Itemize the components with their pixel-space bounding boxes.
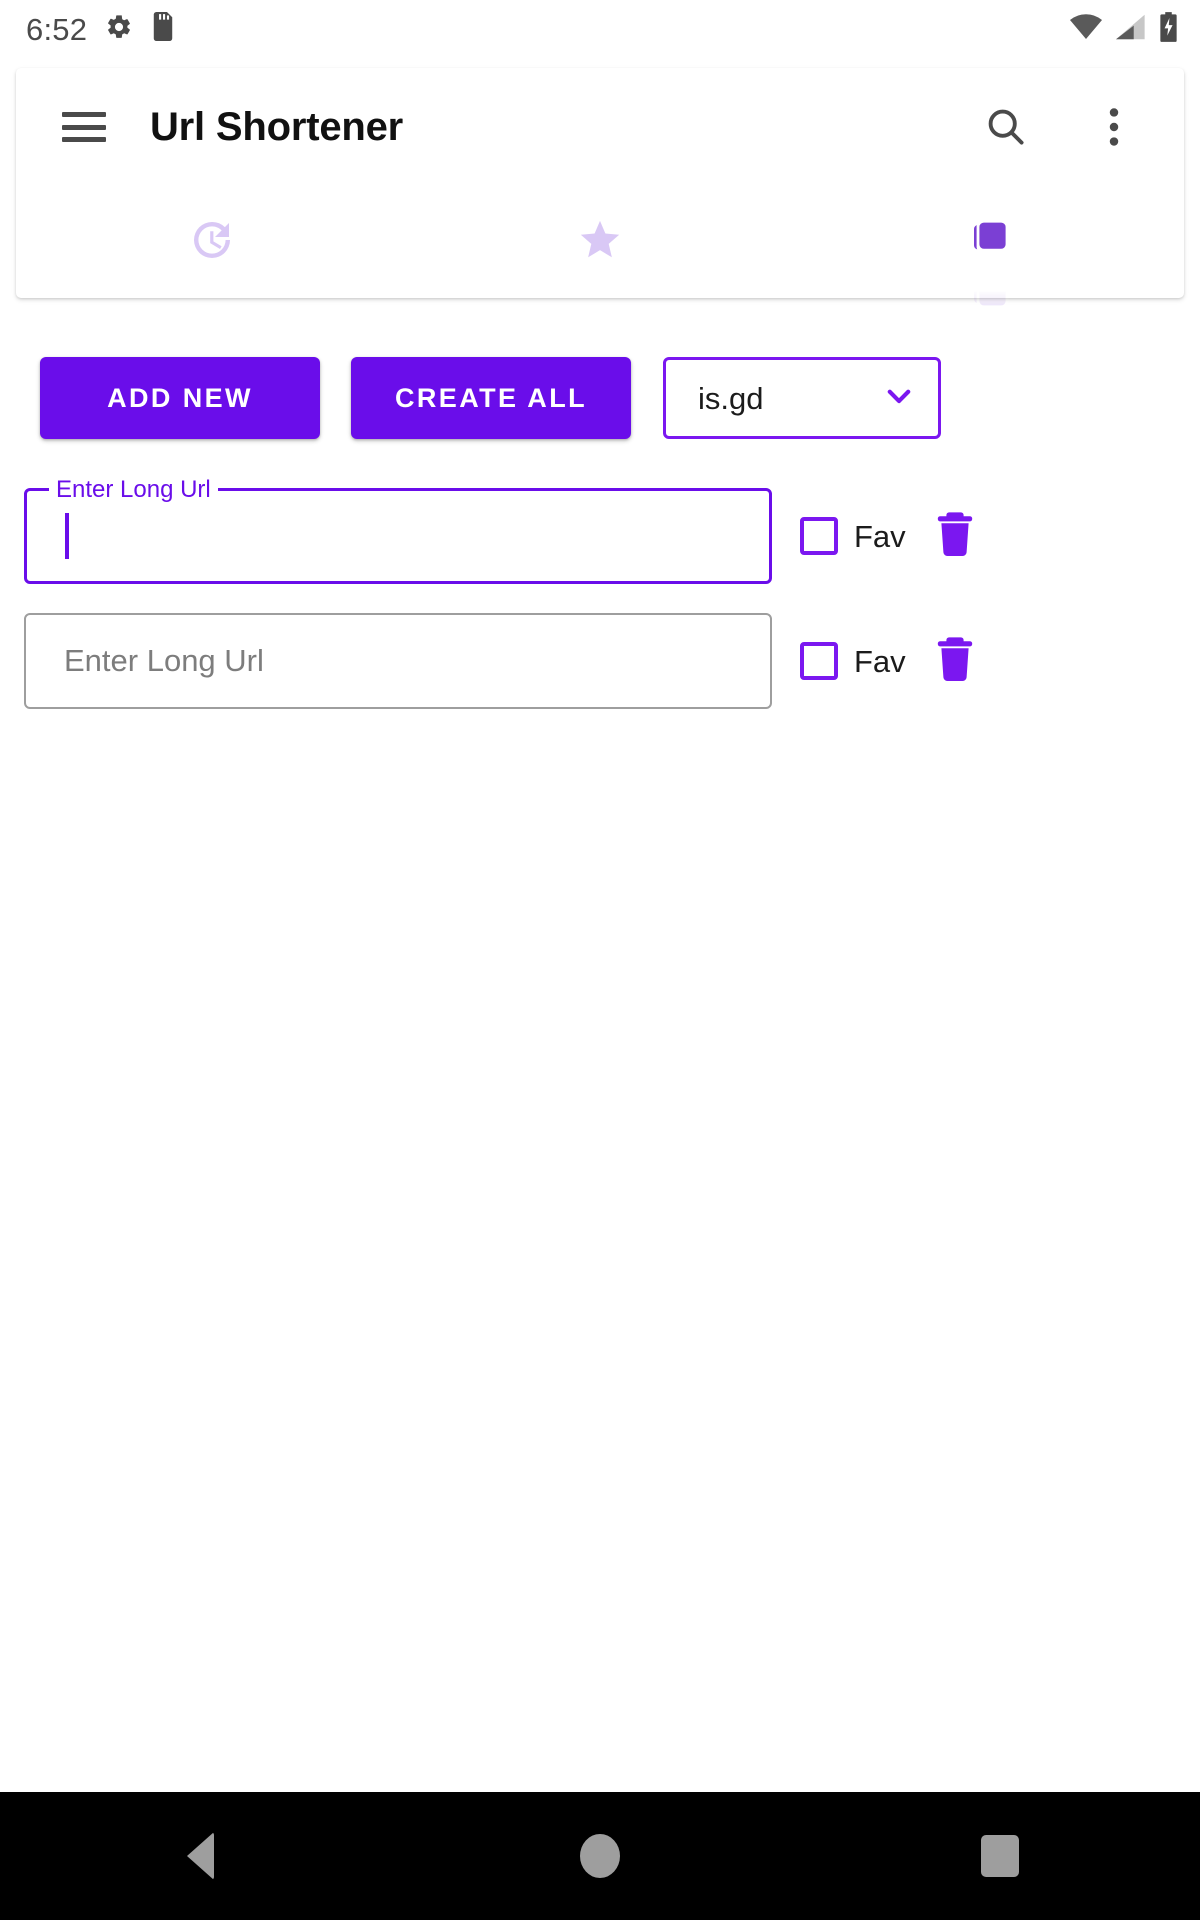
app-bar-actions: [978, 99, 1142, 155]
android-screen: 6:52 Url Shortener ADD NEW CREATE ALL is…: [0, 0, 1200, 1920]
url-row: Enter Long Url Fav: [24, 476, 1176, 584]
long-url-input-placeholder: Enter Long Url: [64, 643, 264, 678]
url-row: Enter Long Url Fav: [24, 613, 1176, 709]
nav-back-button[interactable]: [0, 1792, 400, 1920]
fav-checkbox[interactable]: [800, 642, 838, 680]
star-icon: [577, 217, 623, 263]
tab-shorten[interactable]: [795, 186, 1184, 308]
status-clock: 6:52: [26, 11, 88, 47]
cellular-signal-icon: [1116, 14, 1146, 45]
fav-label: Fav: [854, 643, 906, 679]
nav-home-button[interactable]: [400, 1792, 800, 1920]
action-row: ADD NEW CREATE ALL is.gd: [40, 357, 1160, 439]
delete-row-button[interactable]: [932, 634, 978, 688]
long-url-input[interactable]: Enter Long Url: [24, 476, 772, 584]
fav-checkbox[interactable]: [800, 517, 838, 555]
battery-charging-icon: [1159, 11, 1178, 47]
status-bar-right: [1069, 11, 1178, 47]
fav-group: Fav: [800, 517, 906, 555]
tab-favorites[interactable]: [405, 186, 794, 294]
android-nav-bar: [0, 1792, 1200, 1920]
recents-square-icon: [981, 1835, 1019, 1877]
create-all-button[interactable]: CREATE ALL: [351, 357, 631, 439]
more-vert-icon[interactable]: [1086, 99, 1142, 155]
tab-history[interactable]: [16, 186, 405, 294]
service-select-value: is.gd: [698, 380, 764, 416]
long-url-input-label: Enter Long Url: [49, 476, 218, 505]
home-circle-icon: [580, 1834, 620, 1878]
back-triangle-icon: [186, 1832, 214, 1880]
add-new-button[interactable]: ADD NEW: [40, 357, 320, 439]
hamburger-menu-icon[interactable]: [62, 112, 106, 142]
copy-icon-reflection: [965, 264, 1013, 312]
text-caret: [65, 513, 69, 559]
long-url-input[interactable]: Enter Long Url: [24, 613, 772, 709]
fav-label: Fav: [854, 518, 906, 554]
sd-card-icon: [151, 12, 175, 46]
nav-recents-button[interactable]: [800, 1792, 1200, 1920]
trash-icon: [935, 635, 975, 688]
copy-icon: [965, 216, 1013, 308]
gear-icon: [105, 13, 133, 46]
status-bar: 6:52: [0, 0, 1200, 58]
tab-row: [16, 186, 1184, 308]
page-title: Url Shortener: [150, 104, 404, 149]
app-bar-card: Url Shortener: [16, 68, 1184, 308]
wifi-icon: [1069, 13, 1103, 45]
delete-row-button[interactable]: [932, 509, 978, 563]
app-bar: Url Shortener: [16, 68, 1184, 186]
fav-group: Fav: [800, 642, 906, 680]
chevron-down-icon: [882, 379, 916, 418]
service-select[interactable]: is.gd: [663, 357, 941, 439]
status-bar-left: 6:52: [26, 12, 175, 46]
trash-icon: [935, 510, 975, 563]
history-icon: [187, 216, 235, 264]
search-icon[interactable]: [978, 99, 1034, 155]
